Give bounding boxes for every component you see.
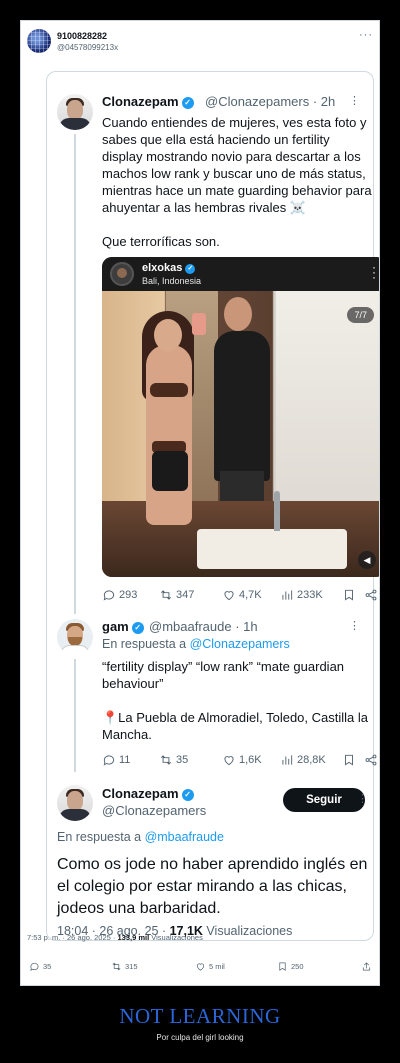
tweet1-text: Cuando entiendes de mujeres, ves esta fo… <box>102 115 372 249</box>
views-button[interactable]: 233K <box>280 588 323 602</box>
tweet3-reply-context: En respuesta a @mbaafraude <box>57 830 224 844</box>
reply-button[interactable]: 293 <box>102 588 137 602</box>
reply-button[interactable]: 35 <box>29 961 51 972</box>
reply-mention-link[interactable]: @Clonazepamers <box>190 637 290 651</box>
tweet1-handle-time[interactable]: @Clonazepamers · 2h <box>205 94 335 109</box>
reply-button[interactable]: 11 <box>102 753 130 767</box>
verified-badge-icon: ✓ <box>185 264 196 274</box>
like-button[interactable]: 1,6K <box>222 753 262 767</box>
thread-connector <box>74 659 76 772</box>
tweet2-handle-time[interactable]: @mbaafraude · 1h <box>149 619 258 634</box>
share-icon <box>362 962 371 971</box>
share-button[interactable] <box>364 588 378 602</box>
retweet-icon <box>161 590 171 600</box>
outer-timestamp[interactable]: 7:53 p. m. · 26 ago. 2025 · 133,9 mil Vi… <box>27 933 203 942</box>
thread-connector <box>74 134 76 614</box>
mirror-selfie-photo: 7/7 ◀ <box>102 291 379 577</box>
views-chart-icon <box>282 755 293 765</box>
bookmark-icon <box>345 754 353 766</box>
outer-display-name[interactable]: 9100828282 <box>57 31 107 41</box>
tweet2-reply-context: En respuesta a @Clonazepamers <box>102 637 290 651</box>
reply-mention-link[interactable]: @mbaafraude <box>145 830 224 844</box>
more-options-icon[interactable]: ··· <box>359 29 373 41</box>
tweet1-display-name[interactable]: Clonazepam ✓ <box>102 94 194 109</box>
tweet2-display-name[interactable]: gam ✓ <box>102 619 144 634</box>
avatar <box>110 262 134 286</box>
retweet-button[interactable]: 347 <box>159 588 194 602</box>
share-icon <box>365 754 377 766</box>
caption-subtitle: Por culpa del girl looking <box>156 1033 244 1042</box>
tweet2-actions: 11 35 1,6K 28,8K <box>102 753 377 769</box>
tweet1-media[interactable]: elxokas ✓ Bali, Indonesia · · · 7/7 ◀ <box>102 257 379 577</box>
share-button[interactable] <box>361 961 372 972</box>
bookmark-button[interactable] <box>342 753 356 767</box>
tweet1-actions: 293 347 4,7K 233K <box>102 588 377 604</box>
sound-icon[interactable]: ◀ <box>358 551 376 569</box>
tweet3-handle[interactable]: @Clonazepamers <box>102 803 206 818</box>
image-counter: 7/7 <box>347 307 374 323</box>
outer-tweet-header: 9100828282 @04578099213x ··· <box>27 29 375 59</box>
bookmark-icon <box>345 589 353 601</box>
views-chart-icon <box>282 590 293 600</box>
instagram-username: elxokas ✓ <box>142 262 196 274</box>
retweet-icon <box>161 755 171 765</box>
like-button[interactable]: 5 mil <box>195 961 225 972</box>
follow-button[interactable]: Seguir <box>283 788 365 812</box>
outer-handle[interactable]: @04578099213x <box>57 43 118 52</box>
avatar[interactable] <box>57 619 93 655</box>
views-button[interactable]: 28,8K <box>280 753 326 767</box>
post-frame: 9100828282 @04578099213x ··· Clonazepam ✓… <box>20 20 380 986</box>
avatar[interactable] <box>27 29 51 53</box>
more-options-icon[interactable]: ⋮ <box>349 619 361 632</box>
verified-badge-icon: ✓ <box>131 622 144 634</box>
reply-icon <box>103 755 115 766</box>
bookmark-button[interactable]: 250 <box>277 961 304 972</box>
bookmark-button[interactable] <box>342 588 356 602</box>
more-vertical-icon: · · · <box>372 260 376 284</box>
retweet-button[interactable]: 35 <box>159 753 188 767</box>
share-icon <box>365 589 377 601</box>
caption-title: NOT LEARNING <box>119 1004 281 1028</box>
retweet-button[interactable]: 315 <box>111 961 138 972</box>
reply-icon <box>30 962 39 971</box>
instagram-location: Bali, Indonesia <box>142 276 202 286</box>
avatar[interactable] <box>57 785 93 821</box>
outer-actions: 35 315 5 mil 250 <box>27 961 375 977</box>
heart-icon <box>224 756 234 766</box>
bookmark-icon <box>279 962 286 971</box>
retweet-icon <box>112 962 121 971</box>
more-options-icon[interactable]: ⋮ <box>357 792 369 805</box>
quoted-thread-card[interactable]: Clonazepam ✓ @Clonazepamers · 2h ⋮ Cuando… <box>46 71 379 941</box>
reply-icon <box>103 590 115 601</box>
heart-icon <box>224 591 234 601</box>
verified-badge-icon: ✓ <box>181 97 194 109</box>
more-options-icon[interactable]: ⋮ <box>349 94 361 107</box>
tweet3-text: Como os jode no haber aprendido inglés e… <box>57 856 368 917</box>
like-button[interactable]: 4,7K <box>222 588 262 602</box>
verified-badge-icon: ✓ <box>181 789 194 801</box>
share-button[interactable] <box>364 753 378 767</box>
tweet3-display-name[interactable]: Clonazepam ✓ <box>102 786 194 801</box>
tweet2-text: “fertility display” “low rank” “mate gua… <box>102 659 368 742</box>
instagram-header: elxokas ✓ Bali, Indonesia · · · <box>102 257 379 291</box>
avatar[interactable] <box>57 94 93 130</box>
heart-icon <box>196 963 205 971</box>
